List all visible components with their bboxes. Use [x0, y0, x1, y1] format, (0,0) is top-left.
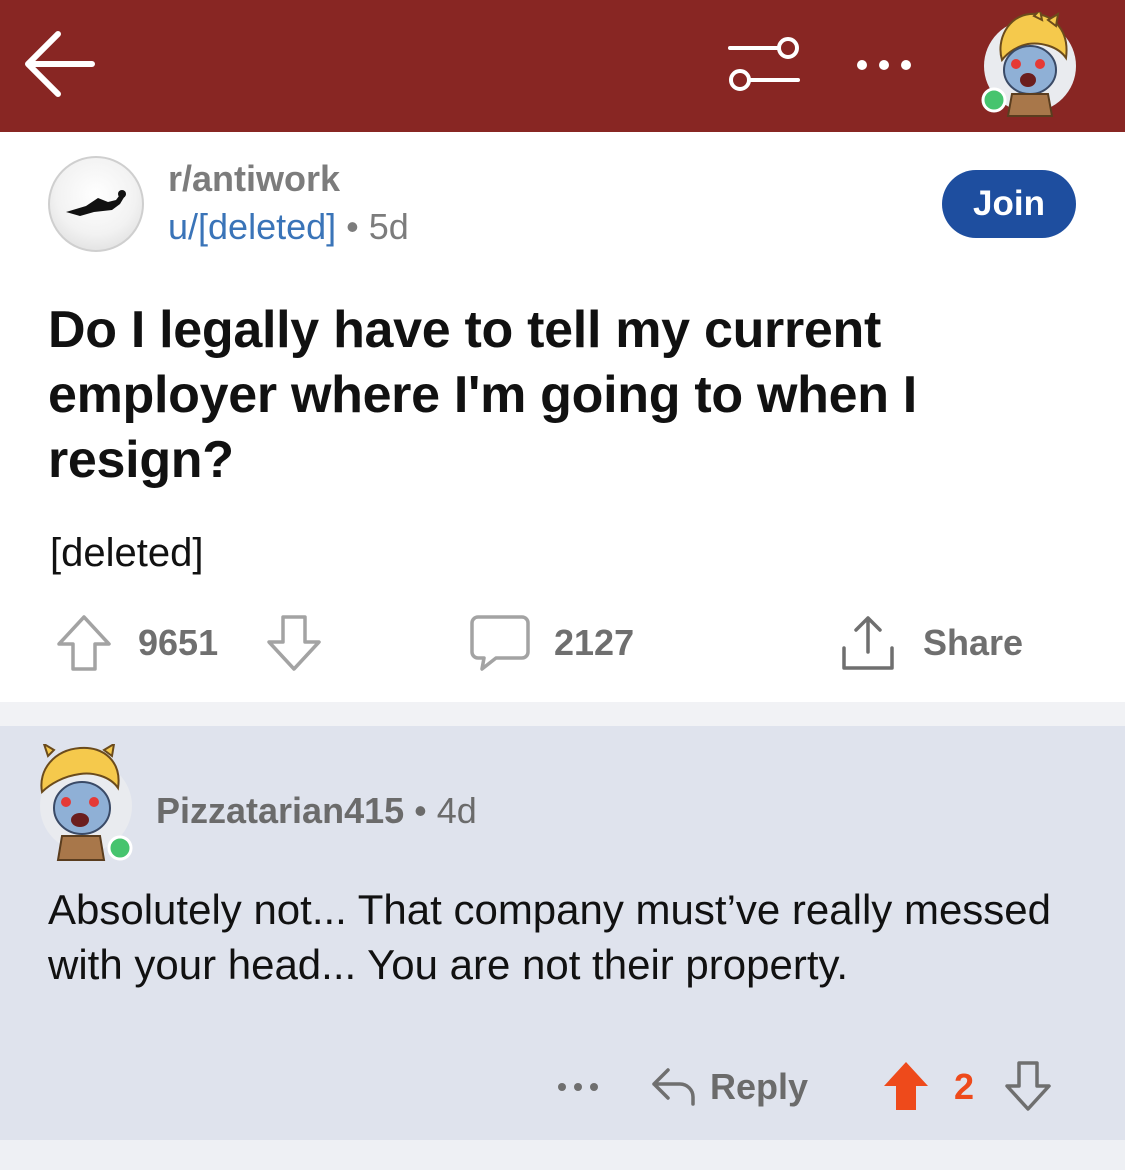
post-meta: u/[deleted] • 5d	[168, 206, 409, 248]
downvote-icon[interactable]	[266, 614, 322, 672]
comment-action-bar: Reply 2	[0, 1056, 1125, 1116]
section-divider	[0, 702, 1125, 726]
upvote-count: 9651	[138, 622, 219, 663]
online-status-dot	[107, 835, 133, 861]
post-author[interactable]: u/[deleted]	[168, 206, 336, 247]
comment-age: 4d	[436, 790, 477, 831]
post-action-bar: 9651 2127 Share	[0, 600, 1125, 686]
subreddit-icon[interactable]	[48, 156, 144, 252]
subreddit-name[interactable]: r/antiwork	[168, 158, 340, 200]
comment-author[interactable]: Pizzatarian415	[156, 790, 404, 831]
comment-body: Absolutely not... That company must’ve r…	[48, 886, 1052, 988]
share-label[interactable]: Share	[923, 622, 1023, 664]
comment-meta: Pizzatarian415 • 4d	[156, 790, 477, 832]
more-options-icon[interactable]	[852, 52, 916, 78]
meta-separator: •	[414, 790, 427, 831]
top-app-bar	[0, 0, 1125, 132]
comment-icon[interactable]	[470, 614, 530, 672]
comment-count[interactable]: 2127	[554, 622, 634, 664]
share-icon[interactable]	[838, 614, 898, 672]
back-arrow-icon[interactable]	[22, 28, 98, 100]
upvote-icon[interactable]	[56, 614, 112, 672]
upvote-icon[interactable]	[882, 1060, 930, 1112]
reply-icon[interactable]	[650, 1066, 696, 1108]
filter-icon[interactable]	[726, 34, 802, 96]
online-status-dot	[981, 87, 1007, 113]
join-button[interactable]: Join	[942, 170, 1076, 238]
post-age: 5d	[368, 206, 409, 247]
downvote-icon[interactable]	[1004, 1060, 1052, 1112]
user-avatar[interactable]	[978, 12, 1078, 118]
comment-score: 2	[954, 1066, 975, 1107]
commenter-avatar[interactable]	[34, 744, 134, 862]
comment-more-icon[interactable]	[556, 1080, 600, 1094]
comment-card: Pizzatarian415 • 4d Absolutely not... Th…	[0, 726, 1125, 1140]
next-comment-strip	[0, 1140, 1125, 1170]
reply-label[interactable]: Reply	[710, 1066, 808, 1108]
meta-separator: •	[346, 206, 359, 247]
post-title[interactable]: Do I legally have to tell my current emp…	[48, 298, 1088, 493]
post-body: [deleted]	[50, 531, 204, 575]
reclining-figure-icon	[66, 190, 126, 216]
